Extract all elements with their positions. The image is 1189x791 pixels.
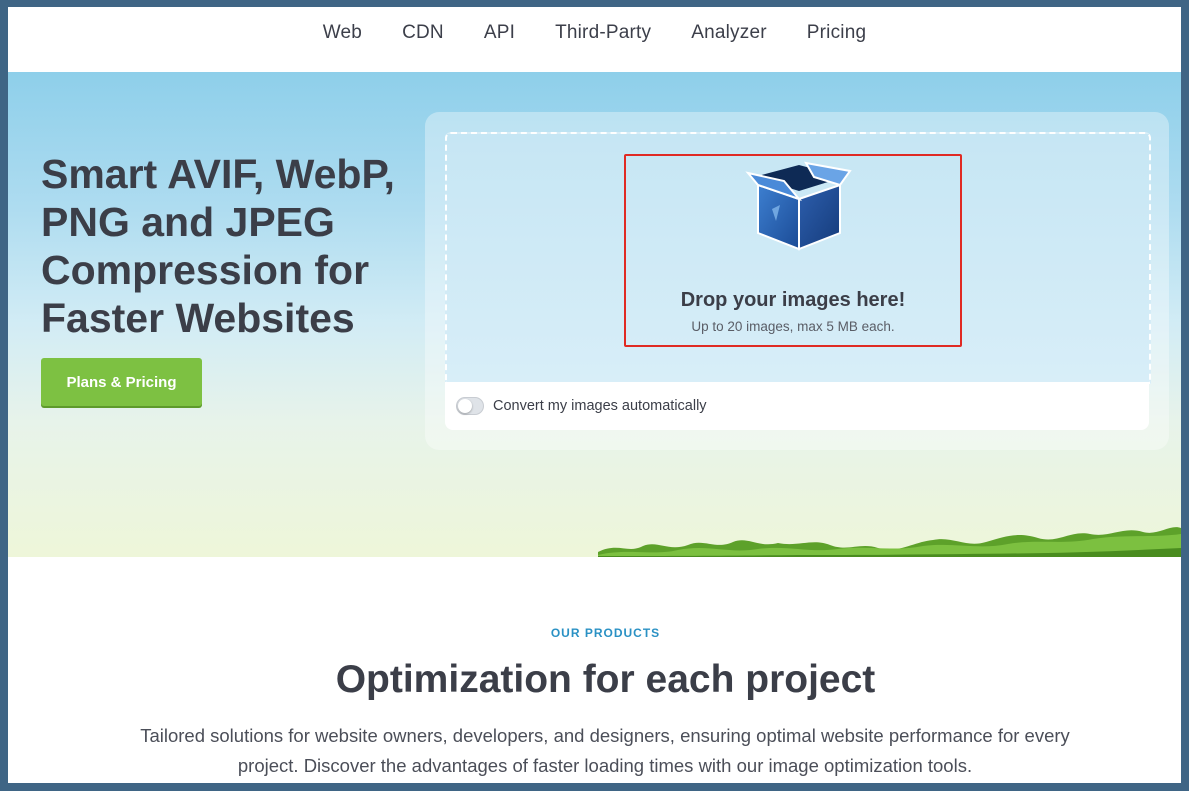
upload-panel: Drop your images here! Up to 20 images, … (425, 112, 1169, 450)
web-page: Web CDN API Third-Party Analyzer Pricing… (8, 7, 1181, 783)
nav-item-analyzer[interactable]: Analyzer (691, 22, 767, 58)
nav-item-cdn[interactable]: CDN (402, 22, 444, 58)
toggle-knob (458, 399, 472, 413)
nav-item-pricing[interactable]: Pricing (807, 22, 866, 58)
nav-item-api[interactable]: API (484, 22, 515, 58)
convert-option-bar: Convert my images automatically (445, 382, 1149, 430)
top-nav: Web CDN API Third-Party Analyzer Pricing (8, 7, 1181, 72)
convert-label[interactable]: Convert my images automatically (493, 398, 707, 414)
convert-toggle[interactable] (456, 397, 484, 415)
nav-item-third-party[interactable]: Third-Party (555, 22, 651, 58)
nav-item-web[interactable]: Web (323, 22, 362, 58)
grass-decoration (598, 527, 1181, 557)
products-eyebrow: OUR PRODUCTS (550, 626, 661, 640)
drop-title: Drop your images here! (680, 289, 906, 311)
drop-zone-highlight[interactable]: Drop your images here! Up to 20 images, … (624, 154, 962, 347)
plans-pricing-button[interactable]: Plans & Pricing (41, 358, 202, 406)
products-description: Tailored solutions for website owners, d… (140, 725, 1070, 776)
drop-subtitle: Up to 20 images, max 5 MB each. (691, 319, 895, 334)
products-title: Optimization for each project (335, 658, 876, 701)
open-box-icon (745, 161, 852, 251)
hero-title: Smart AVIF, WebP, PNG and JPEG Compressi… (41, 151, 395, 341)
drop-zone[interactable]: Drop your images here! Up to 20 images, … (445, 132, 1151, 384)
window-frame: Web CDN API Third-Party Analyzer Pricing… (0, 0, 1189, 791)
hero-section: Smart AVIF, WebP, PNG and JPEG Compressi… (8, 72, 1181, 557)
